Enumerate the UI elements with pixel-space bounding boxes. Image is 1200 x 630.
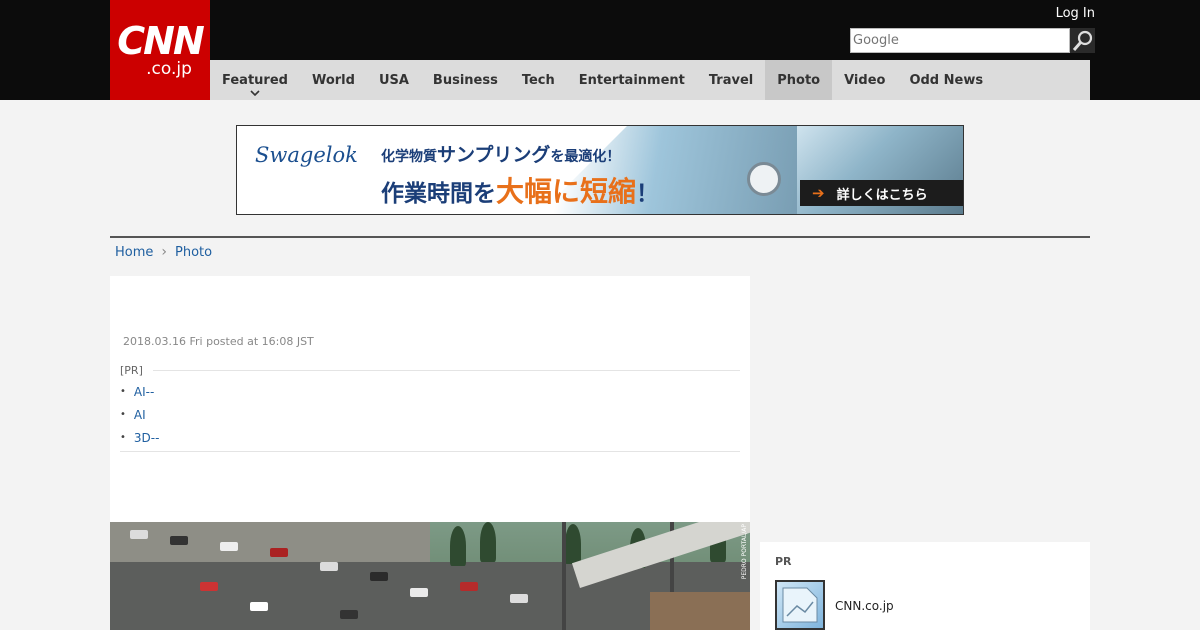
ad-cta-button[interactable]: ➔ 詳しくはこちら bbox=[800, 180, 963, 206]
breadcrumb: Home › Photo bbox=[115, 244, 212, 260]
gauge-icon bbox=[747, 162, 781, 196]
chevron-right-icon: › bbox=[161, 244, 167, 260]
nav-item-tech[interactable]: Tech bbox=[510, 60, 567, 100]
pr-link[interactable]: • AI bbox=[120, 403, 740, 426]
pr-link-label: AI bbox=[133, 407, 146, 422]
ad-headline-1-prefix: 化学物質 bbox=[381, 149, 437, 165]
nav-item-label: Travel bbox=[708, 72, 754, 88]
nav-item-world[interactable]: World bbox=[300, 60, 367, 100]
nav-item-business[interactable]: Business bbox=[421, 60, 510, 100]
divider bbox=[120, 451, 740, 452]
sidebar-pr-thumbnail[interactable] bbox=[775, 580, 825, 630]
nav-item-photo[interactable]: Photo bbox=[765, 60, 833, 100]
ad-headline-1: 化学物質サンプリングを最適化！ bbox=[381, 140, 620, 167]
photo-car bbox=[460, 582, 478, 591]
document-icon bbox=[782, 587, 818, 623]
nav-item-label: Tech bbox=[521, 72, 555, 88]
photo-car bbox=[370, 572, 388, 581]
photo-tree bbox=[480, 522, 496, 562]
pr-link-label: AI-- bbox=[133, 384, 155, 399]
photo-car bbox=[510, 594, 528, 603]
nav-item-featured[interactable]: Featured bbox=[210, 60, 300, 100]
bullet-icon: • bbox=[120, 386, 126, 397]
nav-item-entertainment[interactable]: Entertainment bbox=[567, 60, 697, 100]
nav-item-video[interactable]: Video bbox=[832, 60, 897, 100]
nav-item-label: USA bbox=[378, 72, 409, 88]
pr-box: [PR] • AI-- • AI • 3D-- bbox=[120, 364, 740, 452]
nav-item-travel[interactable]: Travel bbox=[697, 60, 765, 100]
photo-pole bbox=[562, 522, 566, 630]
ad-cta-label: 詳しくはこちら bbox=[836, 187, 928, 203]
divider bbox=[152, 370, 740, 371]
breadcrumb-home[interactable]: Home bbox=[115, 245, 153, 260]
photo-credit: PEDRO PORTAL/AP bbox=[741, 524, 748, 580]
nav-item-label: Odd News bbox=[909, 72, 984, 88]
article-panel: 2018.03.16 Fri posted at 16:08 JST [PR] … bbox=[110, 276, 750, 630]
chevron-down-icon bbox=[250, 90, 260, 96]
section-divider bbox=[110, 236, 1090, 238]
logo-subtext: .co.jp bbox=[146, 59, 192, 79]
pr-link[interactable]: • 3D-- bbox=[120, 426, 740, 449]
ad-headline-2-emphasis: 大幅に短縮 bbox=[496, 175, 637, 208]
ad-headline-1-emphasis: サンプリング bbox=[437, 144, 551, 166]
photo-car bbox=[220, 542, 238, 551]
photo-car bbox=[170, 536, 188, 545]
pr-link-label: 3D-- bbox=[133, 430, 160, 445]
photo-car bbox=[130, 530, 148, 539]
posted-timestamp: 2018.03.16 Fri posted at 16:08 JST bbox=[123, 335, 314, 348]
login-link[interactable]: Log In bbox=[1056, 6, 1095, 21]
main-nav: Featured World USA Business Tech Enterta… bbox=[210, 60, 1090, 100]
pr-link-list: • AI-- • AI • 3D-- bbox=[120, 380, 740, 449]
photo-car bbox=[340, 610, 358, 619]
nav-item-odd-news[interactable]: Odd News bbox=[897, 60, 995, 100]
nav-item-label: Video bbox=[844, 72, 886, 88]
bullet-icon: • bbox=[120, 409, 126, 420]
ad-headline-2-suffix: ！ bbox=[636, 181, 660, 207]
photo-car bbox=[410, 588, 428, 597]
cnn-logo[interactable]: CNN .co.jp bbox=[110, 0, 210, 100]
nav-item-label: Business bbox=[432, 72, 498, 88]
photo-tree bbox=[450, 526, 466, 566]
sidebar-pr-link[interactable]: CNN.co.jp bbox=[835, 599, 894, 613]
search-icon bbox=[1072, 30, 1092, 51]
photo-car bbox=[200, 582, 218, 591]
photo-car bbox=[270, 548, 288, 557]
breadcrumb-current[interactable]: Photo bbox=[175, 245, 212, 260]
nav-item-label: World bbox=[311, 72, 355, 88]
nav-item-label: Photo bbox=[777, 72, 821, 88]
ad-banner[interactable]: Swagelok 化学物質サンプリングを最適化！ 作業時間を大幅に短縮！ ➔ 詳… bbox=[236, 125, 964, 215]
article-photo[interactable]: PEDRO PORTAL/AP bbox=[110, 522, 750, 630]
pr-link[interactable]: • AI-- bbox=[120, 380, 740, 403]
sidebar-pr-title: PR bbox=[775, 555, 792, 568]
pr-header: [PR] bbox=[120, 364, 740, 377]
nav-item-label: Featured bbox=[222, 72, 288, 88]
search-button[interactable] bbox=[1070, 28, 1095, 53]
photo-rubble bbox=[650, 592, 750, 630]
photo-tree bbox=[565, 524, 581, 564]
ad-headline-2: 作業時間を大幅に短縮！ bbox=[381, 170, 659, 210]
photo-car bbox=[320, 562, 338, 571]
bullet-icon: • bbox=[120, 432, 126, 443]
ad-headline-2-prefix: 作業時間を bbox=[381, 181, 496, 207]
nav-item-label: Entertainment bbox=[578, 72, 685, 88]
sidebar-pr-box: PR CNN.co.jp bbox=[760, 542, 1090, 630]
search-input[interactable] bbox=[850, 28, 1070, 53]
ad-brand-logo: Swagelok bbox=[255, 143, 358, 167]
pr-label: [PR] bbox=[120, 364, 143, 377]
nav-item-usa[interactable]: USA bbox=[367, 60, 421, 100]
photo-car bbox=[250, 602, 268, 611]
ad-headline-1-suffix: を最適化！ bbox=[550, 149, 621, 165]
arrow-right-icon: ➔ bbox=[812, 184, 825, 202]
logo-text: CNN bbox=[117, 19, 204, 63]
